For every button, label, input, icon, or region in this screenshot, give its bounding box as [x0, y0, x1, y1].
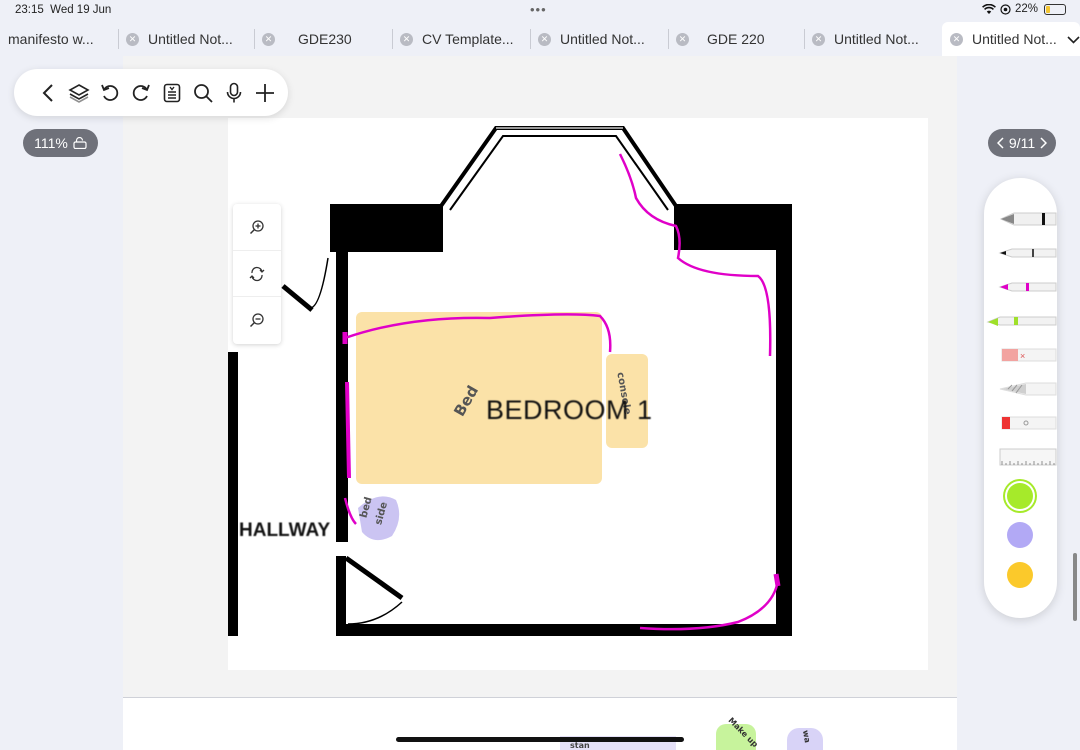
color-swatch-green[interactable]: [1007, 483, 1033, 509]
undo-button[interactable]: [94, 77, 125, 108]
back-icon: [42, 83, 53, 102]
ballpoint-pen-tool[interactable]: [984, 238, 1057, 268]
eraser-tool[interactable]: ×: [984, 340, 1057, 370]
pen-tool-palette: ×: [984, 178, 1057, 618]
close-icon[interactable]: ✕: [400, 32, 413, 46]
add-button[interactable]: [249, 77, 280, 108]
ballpoint-pen-icon: [998, 248, 1057, 258]
tab-label: Untitled Not...: [834, 31, 919, 47]
page-number: 9/11: [1008, 135, 1036, 151]
chevron-right-icon[interactable]: [1040, 137, 1048, 149]
pencil-icon: [999, 382, 1057, 396]
image-zoom-control: [233, 204, 281, 344]
tab-label: Untitled Not...: [560, 31, 645, 47]
marker-icon: [1001, 416, 1057, 430]
floor-plan-image: [228, 118, 928, 670]
close-icon[interactable]: ✕: [812, 32, 825, 46]
wifi-icon: [982, 3, 996, 14]
tab-label: GDE230: [298, 31, 352, 47]
stan-annotation: stan: [570, 741, 590, 750]
status-bar: 23:15 Wed 19 Jun ••• 22%: [0, 0, 1080, 22]
redo-button[interactable]: [125, 77, 156, 108]
next-page[interactable]: [123, 697, 957, 750]
home-indicator[interactable]: [396, 737, 684, 742]
microphone-button[interactable]: [218, 77, 249, 108]
close-icon[interactable]: ✕: [538, 32, 551, 46]
zoom-out-icon: [249, 312, 264, 327]
highlighter-tool[interactable]: [984, 306, 1057, 336]
svg-text:×: ×: [1020, 351, 1025, 361]
highlighter-icon: [986, 316, 1057, 326]
main-toolbar: [14, 69, 288, 116]
tab-untitled-1[interactable]: ✕ Untitled Not...: [118, 22, 254, 56]
chevron-down-icon[interactable]: [1067, 32, 1080, 47]
status-right: 22%: [982, 3, 1066, 15]
layers-button[interactable]: [63, 77, 94, 108]
floor-plan-drawing: [228, 126, 792, 636]
tab-label: manifesto w...: [8, 31, 94, 47]
tab-label: Untitled Not...: [148, 31, 233, 47]
pink-pen-tool[interactable]: [984, 272, 1057, 302]
page-list-icon: [163, 83, 180, 102]
search-icon: [193, 83, 213, 103]
location-icon: [1000, 3, 1011, 15]
tab-gde230[interactable]: ✕ GDE230: [254, 22, 392, 56]
tab-label: CV Template...: [422, 31, 514, 47]
color-swatch-yellow[interactable]: [1007, 562, 1033, 588]
back-button[interactable]: [32, 77, 63, 108]
tab-untitled-2[interactable]: ✕ Untitled Not...: [530, 22, 668, 56]
undo-icon: [100, 84, 118, 101]
page-indicator[interactable]: 9/11: [988, 129, 1056, 157]
tab-label: GDE 220: [707, 31, 765, 47]
tab-gde220[interactable]: ✕ GDE 220: [668, 22, 804, 56]
zoom-in-button[interactable]: [233, 204, 281, 250]
eraser-icon: ×: [1001, 348, 1057, 362]
close-icon[interactable]: ✕: [950, 32, 963, 46]
clock: 23:15 Wed 19 Jun: [15, 4, 112, 16]
close-icon[interactable]: ✕: [126, 32, 139, 46]
battery-percent: 22%: [1014, 3, 1038, 15]
fountain-pen-icon: [999, 212, 1057, 226]
lock-icon: [73, 137, 87, 149]
marker-tool[interactable]: [984, 408, 1057, 438]
tab-manifesto[interactable]: manifesto w...: [0, 22, 118, 56]
close-icon[interactable]: ✕: [262, 32, 275, 46]
redo-icon: [132, 84, 150, 101]
chevron-left-icon[interactable]: [996, 137, 1004, 149]
rotate-button[interactable]: [233, 250, 281, 296]
zoom-out-button[interactable]: [233, 296, 281, 342]
layers-icon: [67, 83, 90, 103]
pink-pen-icon: [998, 282, 1057, 292]
vertical-scrollbar[interactable]: [1073, 553, 1077, 621]
multitask-dots-icon[interactable]: •••: [530, 2, 547, 17]
color-swatch-lavender[interactable]: [1007, 522, 1033, 548]
tab-cv-template[interactable]: ✕ CV Template...: [392, 22, 530, 56]
wa-annotation: wa: [800, 729, 812, 744]
ruler-tool[interactable]: [984, 442, 1057, 472]
fountain-pen-tool[interactable]: [984, 204, 1057, 234]
tab-untitled-active[interactable]: ✕ Untitled Not...: [942, 22, 1080, 56]
close-icon[interactable]: ✕: [676, 32, 689, 46]
add-icon: [255, 83, 274, 102]
search-button[interactable]: [187, 77, 218, 108]
tab-label: Untitled Not...: [972, 31, 1057, 47]
pencil-tool[interactable]: [984, 374, 1057, 404]
hallway-label: HALLWAY: [239, 520, 331, 541]
ruler-icon: [999, 448, 1057, 466]
zoom-level-badge[interactable]: 111%: [23, 129, 98, 157]
room-label: BEDROOM 1: [486, 395, 653, 425]
tab-bar: manifesto w... ✕ Untitled Not... ✕ GDE230 …: [0, 22, 1080, 56]
tab-untitled-3[interactable]: ✕ Untitled Not...: [804, 22, 942, 56]
page-list-button[interactable]: [156, 77, 187, 108]
zoom-in-icon: [249, 220, 264, 235]
microphone-icon: [226, 82, 241, 102]
rotate-icon: [249, 266, 265, 281]
battery-icon: [1044, 3, 1066, 15]
zoom-level: 111%: [34, 135, 68, 151]
